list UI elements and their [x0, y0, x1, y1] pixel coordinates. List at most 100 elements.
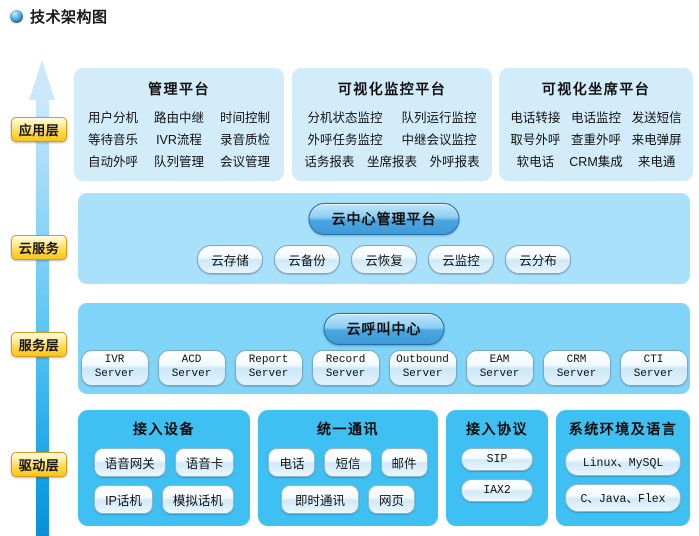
panel-item: 取号外呼	[510, 133, 561, 147]
panel-item-row: 电话转接 电话监控 发送短信	[505, 107, 687, 126]
layer-tab-service: 服务层	[11, 332, 67, 357]
panel-item-row: 软电话 CRM集成 来电通	[505, 151, 687, 170]
application-panel-management: 管理平台 用户分机 路由中继 时间控制 等待音乐 IVR流程 录音质检 自动外呼…	[74, 68, 284, 181]
panel-item-row: 语音网关 语音卡	[85, 448, 243, 477]
panel-item-row: IP话机 模拟话机	[85, 485, 243, 514]
server-pill-outbound[interactable]: Outbound Server	[388, 350, 457, 386]
layer-tab-cloud-service: 云服务	[11, 235, 67, 260]
panel-item-row: Linux、MySQL	[563, 448, 683, 476]
panel-item: 会议管理	[219, 155, 270, 169]
panel-item-row: 外呼任务监控 中继会议监控	[298, 129, 486, 148]
panel-item-grid: 电话 短信 邮件 即时通讯 网页	[258, 448, 438, 514]
cloud-pill-backup[interactable]: 云备份	[274, 245, 340, 274]
panel-item-row: 即时通讯 网页	[265, 485, 431, 514]
server-name: Outbound	[396, 354, 449, 366]
driver-pill-webpage[interactable]: 网页	[367, 485, 415, 514]
driver-pill-telephone[interactable]: 电话	[268, 448, 316, 477]
layer-tab-driver: 驱动层	[11, 452, 67, 477]
panel-item-grid: 电话转接 电话监控 发送短信 取号外呼 查重外呼 来电弹屏 软电话 CRM集成 …	[499, 107, 693, 170]
panel-item: 时间控制	[219, 111, 270, 125]
server-name: CRM	[566, 354, 587, 366]
server-pill-cti[interactable]: CTI Server	[619, 350, 688, 386]
panel-item: 发送短信	[631, 111, 682, 125]
driver-pill-sms[interactable]: 短信	[324, 448, 372, 477]
server-pill-eam[interactable]: EAM Server	[465, 350, 534, 386]
panel-item: 外呼报表	[429, 155, 480, 169]
server-name: Report	[248, 354, 289, 366]
panel-item-row: 用户分机 路由中继 时间控制	[80, 107, 278, 126]
driver-pill-voice-card[interactable]: 语音卡	[174, 448, 235, 477]
driver-pill-c-java-flex[interactable]: C、Java、Flex	[565, 484, 681, 512]
server-pill-acd[interactable]: ACD Server	[157, 350, 226, 386]
blue-sphere-bullet-icon	[10, 10, 23, 23]
driver-panel-access-protocol: 接入协议 SIP IAX2	[446, 410, 548, 526]
server-name: EAM	[489, 354, 510, 366]
driver-pill-voice-gateway[interactable]: 语音网关	[93, 448, 166, 477]
panel-title: 接入协议	[466, 421, 528, 437]
arrow-head	[29, 60, 55, 100]
panel-item: IVR流程	[156, 133, 202, 147]
server-name: Record	[325, 354, 366, 366]
panel-item: 中继会议监控	[401, 133, 477, 147]
page-title: 技术架构图	[30, 9, 108, 26]
panel-title: 统一通讯	[317, 421, 379, 437]
cloud-pill-monitor[interactable]: 云监控	[428, 245, 494, 274]
panel-item: CRM集成	[569, 155, 623, 169]
driver-pill-ip-phone[interactable]: IP话机	[94, 485, 153, 514]
panel-item: 坐席报表	[367, 155, 418, 169]
panel-item-row: SIP	[453, 448, 541, 471]
panel-item: 外呼任务监控	[307, 133, 383, 147]
panel-item: 队列运行监控	[401, 111, 477, 125]
server-role: Server	[171, 367, 212, 380]
panel-item: 电话监控	[571, 111, 622, 125]
driver-pill-iax2[interactable]: IAX2	[461, 479, 533, 502]
cloud-pill-recovery[interactable]: 云恢复	[351, 245, 417, 274]
panel-item: 用户分机	[87, 111, 138, 125]
panel-title: 可视化监控平台	[337, 81, 447, 97]
panel-item: 录音质检	[219, 133, 270, 147]
server-name: CTI	[643, 354, 664, 366]
application-panel-monitoring: 可视化监控平台 分机状态监控 队列运行监控 外呼任务监控 中继会议监控 话务报表…	[292, 68, 492, 181]
application-panel-agent: 可视化坐席平台 电话转接 电话监控 发送短信 取号外呼 查重外呼 来电弹屏 软电…	[499, 68, 693, 181]
driver-pill-analog-phone[interactable]: 模拟话机	[161, 485, 234, 514]
server-pill-record[interactable]: Record Server	[311, 350, 380, 386]
panel-item: 队列管理	[153, 155, 204, 169]
panel-item-row: 电话 短信 邮件	[265, 448, 431, 477]
driver-pill-instant-messaging[interactable]: 即时通讯	[280, 485, 359, 514]
panel-item: 等待音乐	[87, 133, 138, 147]
server-role: Server	[94, 367, 135, 380]
cloud-pill-distribution[interactable]: 云分布	[505, 245, 571, 274]
server-role: Server	[479, 367, 520, 380]
service-layer-panel: 云呼叫中心 IVR Server ACD Server Report Serve…	[78, 303, 690, 394]
panel-item: 来电弹屏	[631, 133, 682, 147]
server-pill-row: IVR Server ACD Server Report Server Reco…	[78, 350, 690, 386]
panel-title: 管理平台	[148, 81, 210, 97]
cloud-pill-storage[interactable]: 云存储	[197, 245, 263, 274]
driver-panel-unified-communication: 统一通讯 电话 短信 邮件 即时通讯 网页	[258, 410, 438, 526]
panel-item-row: 取号外呼 查重外呼 来电弹屏	[505, 129, 687, 148]
panel-item: 话务报表	[304, 155, 355, 169]
cloud-center-platform-badge: 云中心管理平台	[308, 203, 460, 235]
server-pill-ivr[interactable]: IVR Server	[80, 350, 149, 386]
page-header: 技术架构图	[10, 6, 108, 27]
driver-pill-linux-mysql[interactable]: Linux、MySQL	[565, 448, 681, 476]
panel-item-grid: 语音网关 语音卡 IP话机 模拟话机	[78, 448, 250, 514]
cloud-call-center-badge: 云呼叫中心	[323, 313, 445, 345]
panel-item-grid: SIP IAX2	[446, 448, 548, 502]
panel-item: 分机状态监控	[307, 111, 383, 125]
server-role: Server	[248, 367, 289, 380]
driver-panel-access-devices: 接入设备 语音网关 语音卡 IP话机 模拟话机	[78, 410, 250, 526]
panel-item: 软电话	[516, 155, 555, 169]
panel-item-grid: 用户分机 路由中继 时间控制 等待音乐 IVR流程 录音质检 自动外呼 队列管理…	[74, 107, 284, 170]
server-role: Server	[325, 367, 366, 380]
server-name: IVR	[104, 354, 125, 366]
panel-item: 路由中继	[153, 111, 204, 125]
driver-pill-email[interactable]: 邮件	[380, 448, 428, 477]
panel-title: 可视化坐席平台	[541, 81, 651, 97]
server-role: Server	[402, 367, 443, 380]
driver-pill-sip[interactable]: SIP	[461, 448, 533, 471]
server-pill-crm[interactable]: CRM Server	[542, 350, 611, 386]
server-pill-report[interactable]: Report Server	[234, 350, 303, 386]
server-role: Server	[633, 367, 674, 380]
panel-item-row: C、Java、Flex	[563, 484, 683, 512]
